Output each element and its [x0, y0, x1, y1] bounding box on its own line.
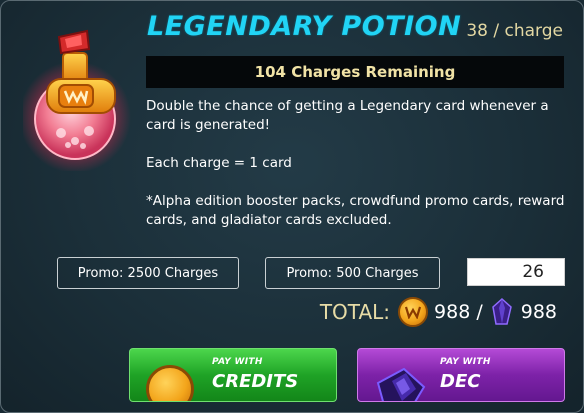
description-line-2: Each charge = 1 card: [146, 155, 292, 171]
pay-with-credits-button[interactable]: PAY WITH CREDITS: [129, 348, 337, 402]
charges-remaining-bar: 104 Charges Remaining: [146, 56, 564, 88]
credits-coin-icon: [146, 365, 194, 401]
dec-crystal-icon: [372, 361, 428, 401]
legendary-potion-panel: LEGENDARY POTION 38 / charge 104 Charges…: [0, 0, 584, 413]
total-label: TOTAL:: [319, 300, 391, 324]
pay-with-label: PAY WITH: [440, 357, 491, 367]
pay-with-label: PAY WITH: [212, 357, 263, 367]
item-description: Double the chance of getting a Legendary…: [146, 97, 571, 230]
total-dec-amount: 988: [520, 301, 557, 323]
dec-crystal-icon: [489, 297, 515, 327]
quantity-input[interactable]: [467, 258, 565, 286]
promo-500-charges-button[interactable]: Promo: 500 Charges: [265, 257, 440, 289]
description-line-1: Double the chance of getting a Legendary…: [146, 98, 549, 133]
promo-2500-charges-button[interactable]: Promo: 2500 Charges: [57, 257, 239, 289]
item-title: LEGENDARY POTION: [147, 11, 462, 42]
pay-with-dec-button[interactable]: PAY WITH DEC: [357, 348, 565, 402]
legendary-potion-icon: [19, 21, 135, 173]
total-row: TOTAL: 988 / 988: [320, 295, 563, 329]
description-line-3: *Alpha edition booster packs, crowdfund …: [146, 193, 565, 228]
dec-label: DEC: [440, 371, 481, 392]
credits-label: CREDITS: [212, 371, 299, 392]
credits-coin-icon: [398, 297, 429, 327]
total-credits-amount: 988 /: [434, 301, 483, 323]
charges-remaining-text: 104 Charges Remaining: [254, 63, 456, 81]
price-per-charge: 38 / charge: [466, 21, 563, 41]
